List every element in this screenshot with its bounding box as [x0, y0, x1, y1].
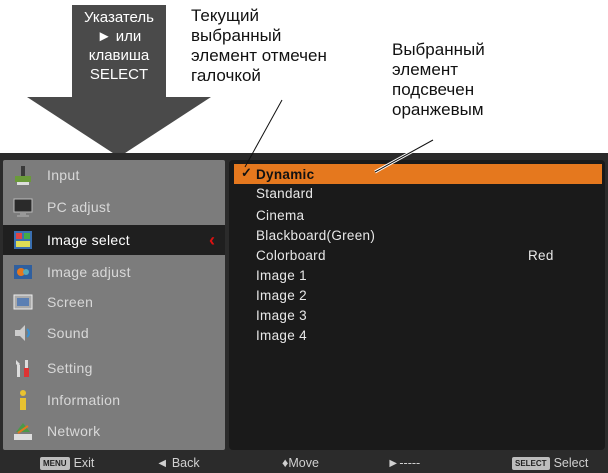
- menu-key-icon: MENU: [40, 456, 70, 470]
- select-hint[interactable]: SELECT Select: [512, 456, 588, 470]
- back-hint[interactable]: ◄ Back: [156, 456, 200, 470]
- select-label: Select: [553, 456, 589, 470]
- move-hint: ♦Move: [282, 456, 319, 470]
- bottom-hint-bar: MENU Exit ◄ Back ♦Move ►----- SELECT Sel…: [0, 455, 608, 473]
- back-label: ◄ Back: [156, 456, 200, 470]
- exit-hint[interactable]: MENU Exit: [40, 456, 94, 470]
- move-label: ♦Move: [282, 456, 319, 470]
- next-label: ►-----: [387, 456, 421, 470]
- select-key-icon: SELECT: [512, 456, 550, 470]
- leader-line-checkmark: [244, 99, 283, 168]
- leader-line-highlight: [374, 139, 434, 173]
- next-hint: ►-----: [387, 456, 420, 470]
- callout-leader-lines: [244, 99, 434, 174]
- exit-label: Exit: [73, 456, 95, 470]
